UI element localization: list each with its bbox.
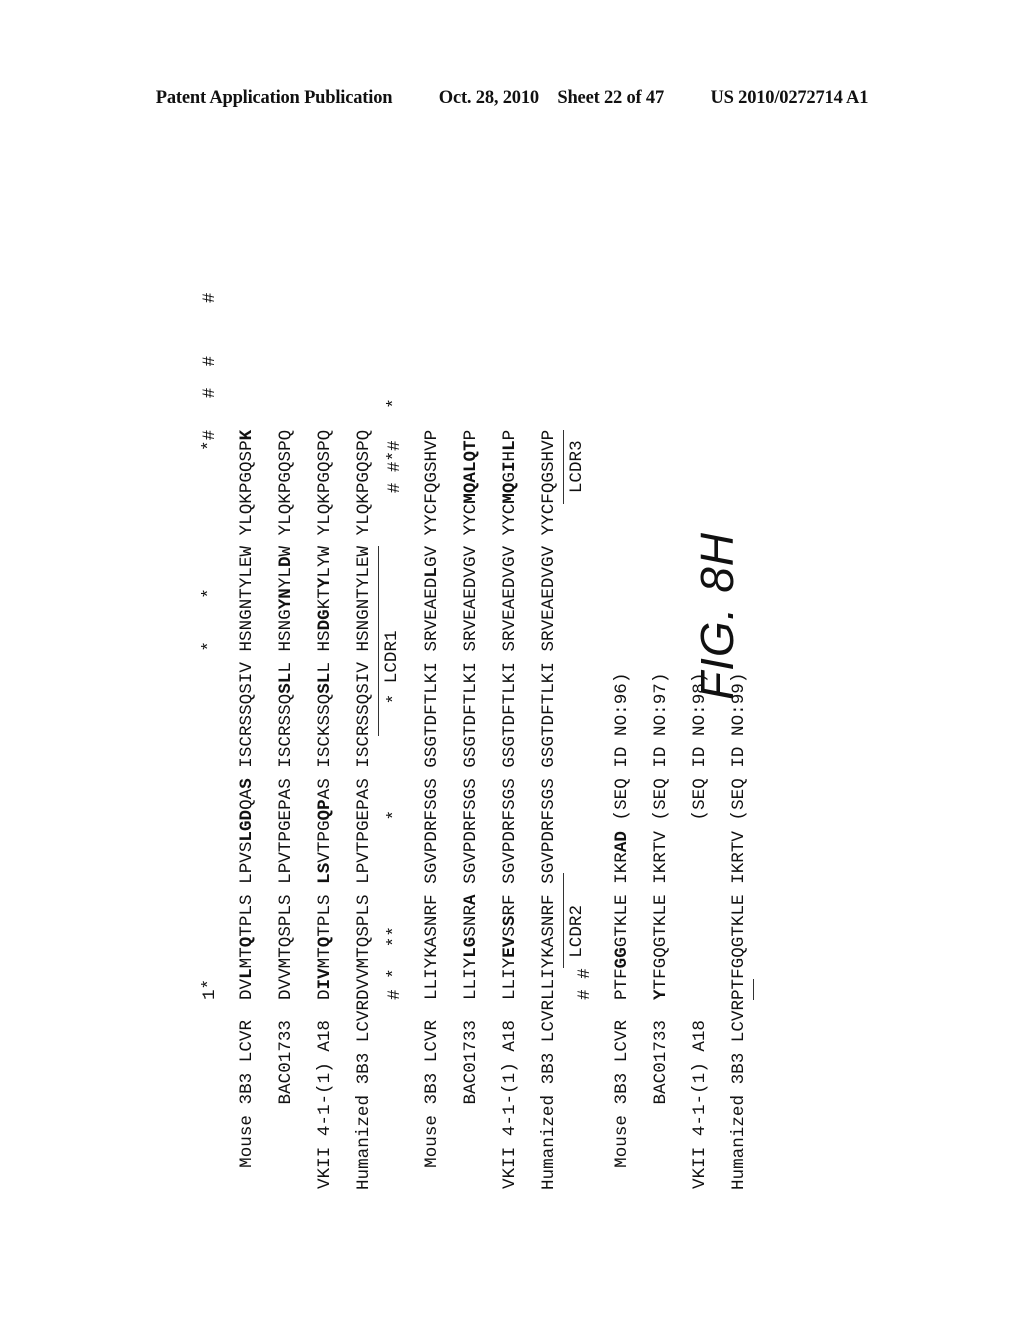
sequence-segment: YLQKPGQSPQ bbox=[315, 429, 335, 536]
sequence-name: Mouse 3B3 LCVR bbox=[237, 1020, 257, 1168]
sequence-segment: GSGTDFTLKI bbox=[539, 662, 559, 768]
sequence-segment: GSGTDFTLKI bbox=[461, 662, 481, 768]
sequence-segment: SRVEAEDVGV bbox=[539, 545, 559, 652]
sequence-segment: LPVTPGEPAS bbox=[276, 778, 296, 884]
sequence-segment: HSNGYNYLDW bbox=[276, 545, 296, 652]
sequence-segment: HSNGNTYLEW bbox=[237, 545, 257, 652]
sequence-segment: LLIYEVSSRF bbox=[500, 894, 520, 1000]
lcdr1-underline bbox=[378, 545, 379, 736]
sequence-name: BAC01733 bbox=[651, 1020, 671, 1105]
sequence-segment: YLQKPGQSPQ bbox=[354, 429, 374, 536]
sequence-name: BAC01733 bbox=[276, 1020, 296, 1105]
sequence-segment: SRVEAEDVGV bbox=[461, 545, 481, 652]
sequence-segment: ISCRSSQSIV bbox=[354, 662, 374, 768]
sequence-segment: HSNGNTYLEW bbox=[354, 545, 374, 652]
publication-date: Oct. 28, 2010 bbox=[438, 88, 539, 108]
sequence-name: VKII 4-1-(1) A18 bbox=[315, 1020, 335, 1189]
sequence-segment: (SEQ ID NO:97) bbox=[651, 672, 671, 821]
sequence-name: VKII 4-1-(1) A18 bbox=[500, 1020, 520, 1189]
lcdr3-label: LCDR3 bbox=[567, 440, 587, 494]
sequence-segment: IKRAD bbox=[612, 831, 632, 884]
sequence-segment: LPVSLGDQAS bbox=[237, 778, 257, 884]
sequence-segment: YYCFQGSHVP bbox=[422, 429, 442, 536]
sequence-segment: LPVTPGEPAS bbox=[354, 778, 374, 884]
sequence-name: VKII 4-1-(1) A18 bbox=[690, 1020, 710, 1189]
publication-number: US 2010/0272714 A1 bbox=[710, 88, 869, 108]
sequence-segment: YTFGQGTKLE bbox=[651, 894, 671, 1000]
sequence-segment: SGVPDRFSGS bbox=[539, 778, 559, 884]
sequence-segment: SRVEAEDVGV bbox=[500, 545, 520, 652]
pt-underline bbox=[753, 978, 754, 1000]
sequence-segment: DVVMTQSPLS bbox=[354, 894, 374, 1000]
lcdr3-underline bbox=[563, 429, 564, 504]
lcdr2-label: LCDR2 bbox=[567, 904, 587, 958]
sequence-segment: ISCRSSQSIV bbox=[237, 662, 257, 768]
sequence-name: BAC01733 bbox=[461, 1020, 481, 1105]
sequence-segment: HSDGKTYLYW bbox=[315, 545, 335, 652]
sequence-segment: PTFGQGTKLE bbox=[729, 894, 749, 1000]
sequence-name: Humanized 3B3 LCVR bbox=[354, 999, 374, 1190]
sequence-alignment: 1* * * *# # # # Mouse 3B3 LCVR DVLMTQTPLS L… bbox=[190, 150, 850, 1190]
sequence-segment: ISCKSSQSLL bbox=[315, 662, 335, 768]
lcdr1-label: LCDR1 bbox=[382, 630, 402, 684]
sheet-number: Sheet 22 of 47 bbox=[557, 88, 665, 108]
sequence-segment: GSGTDFTLKI bbox=[422, 662, 442, 768]
sequence-segment: DVLMTQTPLS bbox=[237, 894, 257, 1000]
lcdr2-underline bbox=[563, 873, 564, 969]
sequence-segment: IKRTV bbox=[651, 831, 671, 884]
sequence-segment: YYCFQGSHVP bbox=[539, 429, 559, 536]
sequence-segment: SGVPDRFSGS bbox=[500, 778, 520, 884]
sequence-segment: GSGTDFTLKI bbox=[500, 662, 520, 768]
sequence-segment: IKRTV bbox=[729, 831, 749, 884]
sequence-segment: SGVPDRFSGS bbox=[422, 778, 442, 884]
sequence-name: Mouse 3B3 LCVR bbox=[422, 1020, 442, 1168]
sequence-segment: (SEQ ID NO:96) bbox=[612, 672, 632, 821]
sequence-segment: LLIYKASNRF bbox=[422, 894, 442, 1000]
sequence-name: Mouse 3B3 LCVR bbox=[612, 1020, 632, 1168]
sequence-segment: YLQKPGQSPQ bbox=[276, 429, 296, 536]
sequence-segment: DIVMTQTPLS bbox=[315, 894, 335, 1000]
figure-label: FIG. 8H bbox=[691, 531, 743, 700]
conservation-markers: # * ** * * # #*# * bbox=[385, 398, 405, 1000]
sequence-name: Humanized 3B3 LCVR bbox=[539, 999, 559, 1190]
page-header: Patent Application Publication Oct. 28, … bbox=[0, 88, 1024, 109]
conservation-markers: # # bbox=[575, 968, 595, 1000]
sequence-segment: SGVPDRFSGS bbox=[461, 778, 481, 884]
sequence-segment: LLIYKASNRF bbox=[539, 894, 559, 1000]
sequence-segment: LLIYLGSNRA bbox=[461, 894, 481, 1000]
publication-title: Patent Application Publication bbox=[155, 88, 393, 108]
sequence-segment: SRVEAEDLGV bbox=[422, 545, 442, 652]
sequence-segment: ISCRSSQSLL bbox=[276, 662, 296, 768]
sequence-segment: DVVMTQSPLS bbox=[276, 894, 296, 1000]
sequence-segment: YYCMQGIHLP bbox=[500, 429, 520, 536]
sequence-segment: YLQKPGQSPK bbox=[237, 429, 257, 536]
sequence-segment: YYCMQALQTP bbox=[461, 429, 481, 536]
sequence-name: Humanized 3B3 LCVR bbox=[729, 999, 749, 1190]
conservation-markers: 1* * * *# # # # bbox=[200, 292, 220, 1000]
sequence-segment: PTFGGGTKLE bbox=[612, 894, 632, 1000]
sequence-segment: LSVTPGQPAS bbox=[315, 778, 335, 884]
